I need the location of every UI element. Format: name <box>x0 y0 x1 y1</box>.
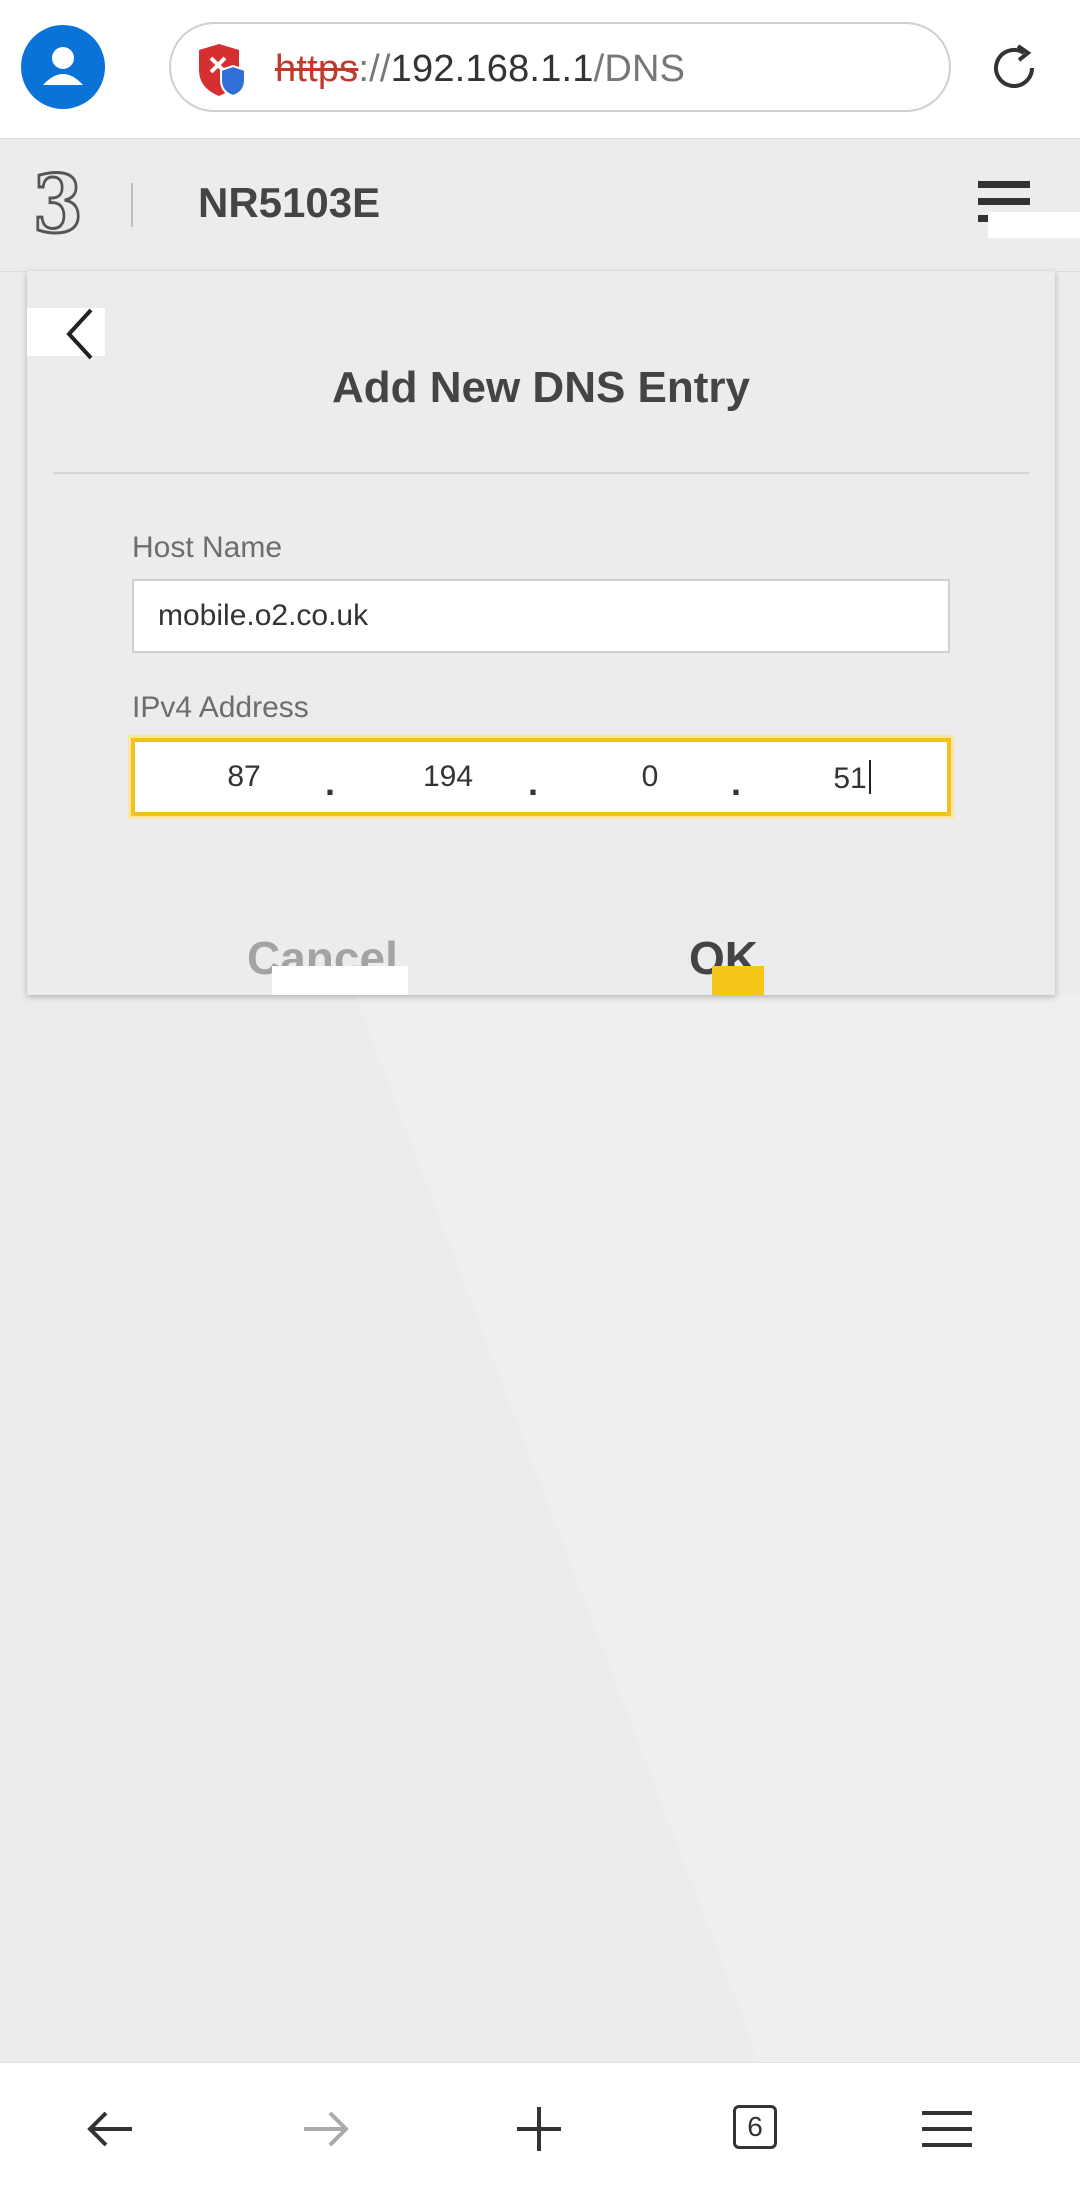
url-host: 192.168.1.1 <box>390 48 594 90</box>
url-scheme: https <box>275 48 359 90</box>
ip-octet-3[interactable]: 0 <box>605 760 695 794</box>
user-icon <box>43 47 83 85</box>
menu-overlay-block <box>988 212 1080 238</box>
chevron-left-icon <box>66 308 93 360</box>
add-dns-dialog: Add New DNS Entry Host Name IPv4 Address… <box>27 271 1055 995</box>
host-name-label: Host Name <box>132 531 283 564</box>
address-bar[interactable]: https://192.168.1.1/DNS <box>169 22 951 112</box>
profile-button[interactable] <box>21 25 105 109</box>
text-caret <box>868 760 871 794</box>
three-logo: 3 <box>31 157 84 251</box>
ok-highlight <box>712 966 764 995</box>
dialog-divider <box>53 472 1029 474</box>
back-button[interactable] <box>27 308 105 360</box>
ip-dot-2: . <box>528 762 539 803</box>
ip-octet-4: 51 <box>833 762 867 795</box>
host-name-input[interactable] <box>132 579 950 653</box>
ip-octet-4-wrap[interactable]: 51 <box>807 760 897 796</box>
tabs-count-button[interactable]: 6 <box>733 2105 777 2149</box>
cancel-highlight <box>272 966 408 995</box>
dialog-title: Add New DNS Entry <box>331 363 751 412</box>
back-arrow-icon[interactable] <box>78 2099 144 2159</box>
reload-icon[interactable] <box>988 42 1040 94</box>
browser-toolbar: https://192.168.1.1/DNS <box>0 0 1080 139</box>
forward-arrow-icon[interactable] <box>292 2099 358 2159</box>
url-text: https://192.168.1.1/DNS <box>275 48 685 91</box>
browser-menu-icon[interactable] <box>914 2099 980 2159</box>
security-shield-icon[interactable] <box>195 42 249 98</box>
device-name: NR5103E <box>198 179 381 226</box>
header-divider <box>131 183 133 227</box>
ip-dot-1: . <box>325 762 336 803</box>
router-header: 3 NR5103E <box>0 139 1080 272</box>
ipv4-address-input[interactable]: 87 . 194 . 0 . 51 <box>131 738 951 816</box>
bottom-navigation: 6 <box>0 2062 1080 2199</box>
url-separator: :// <box>358 48 391 90</box>
url-path: /DNS <box>593 48 686 90</box>
new-tab-icon[interactable] <box>506 2099 572 2159</box>
ip-octet-2[interactable]: 194 <box>403 760 493 794</box>
ip-octet-1[interactable]: 87 <box>199 760 289 794</box>
ip-dot-3: . <box>731 762 742 803</box>
ipv4-address-label: IPv4 Address <box>132 691 309 724</box>
